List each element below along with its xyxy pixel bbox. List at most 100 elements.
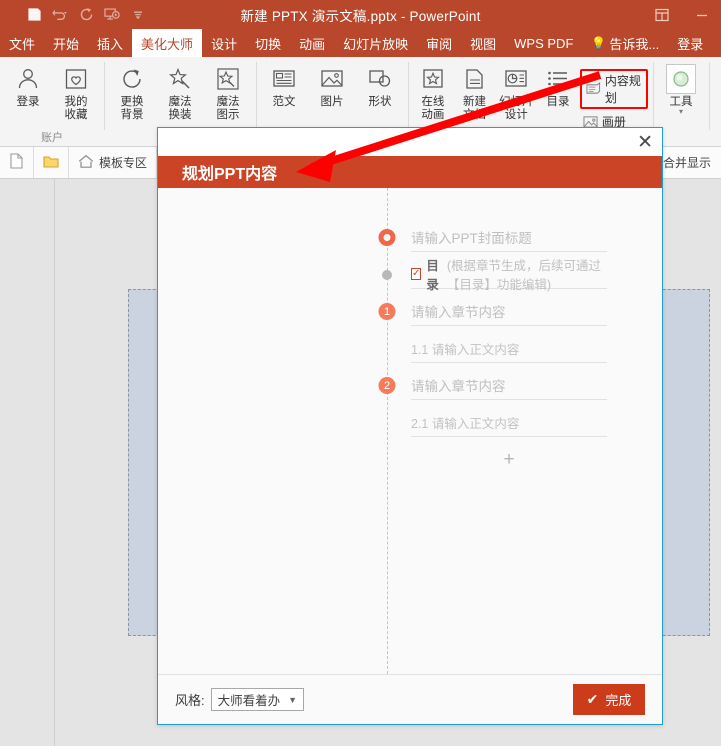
cover-title-input[interactable]: 请输入PPT封面标题	[411, 223, 607, 252]
chapter-1-input[interactable]: 请输入章节内容	[411, 297, 607, 326]
refresh-icon	[119, 64, 145, 94]
dialog-footer: 风格: 大师看着办 ▼ ✔ 完成	[158, 674, 662, 724]
marker-cover	[378, 229, 396, 246]
chevron-down-icon[interactable]: ▾	[679, 108, 683, 116]
undo-icon[interactable]	[48, 4, 72, 26]
dialog-header: 规划PPT内容	[158, 156, 662, 188]
new-file-button[interactable]	[0, 147, 34, 178]
dialog-top-bar: ✕	[158, 128, 662, 156]
sample-text-button[interactable]: 范文	[261, 60, 307, 109]
toc-label: 目录	[546, 96, 570, 108]
style-select[interactable]: 大师看着办 ▼	[210, 688, 305, 711]
check-icon: ✔	[586, 691, 599, 707]
tab-sign-in[interactable]: 登录	[668, 29, 712, 57]
magic-dress-button[interactable]: 魔法 换装	[157, 60, 203, 122]
start-slideshow-icon[interactable]	[100, 4, 124, 26]
powerpoint-window: 新建 PPTX 演示文稿.pptx - PowerPoint 文件 开始 插入 …	[0, 0, 721, 746]
tab-design[interactable]: 设计	[202, 29, 246, 57]
tool-circle-icon	[666, 64, 697, 94]
content-tools-list: 内容规划 画册	[579, 60, 649, 131]
tab-slideshow[interactable]: 幻灯片放映	[334, 29, 417, 57]
toc-row[interactable]: ✓ 目录 (根据章节生成，后续可通过【目录】功能编辑)	[411, 259, 607, 292]
document-text-icon	[271, 64, 297, 94]
person-icon	[15, 64, 41, 94]
title-bar: 新建 PPTX 演示文稿.pptx - PowerPoint	[0, 0, 721, 29]
marker-chapter-1-number: 1	[378, 303, 396, 320]
toc-checkbox[interactable]: ✓	[411, 268, 422, 280]
minimize-icon[interactable]	[687, 3, 717, 27]
picture-label: 图片	[320, 96, 344, 108]
tab-view[interactable]: 视图	[461, 29, 505, 57]
outline-row-chapter-2: 2 请输入章节内容	[158, 367, 662, 404]
picture-button[interactable]: 图片	[309, 60, 355, 109]
toc-button[interactable]: 目录	[538, 60, 578, 109]
tab-tell-me[interactable]: 💡 告诉我...	[582, 29, 668, 57]
change-background-button[interactable]: 更换 背景	[109, 60, 155, 122]
new-document-button[interactable]: 新建 文档	[455, 60, 495, 122]
tab-insert[interactable]: 插入	[88, 29, 132, 57]
content-plan-label: 内容规划	[604, 74, 641, 105]
slide-design-icon	[503, 64, 529, 94]
marker-toc	[382, 269, 392, 280]
style-select-value: 大师看着办	[217, 694, 281, 708]
body-1-1-input[interactable]: 1.1 请输入正文内容	[411, 334, 607, 363]
tab-wps-pdf[interactable]: WPS PDF	[505, 29, 582, 57]
magic-diagram-button[interactable]: 魔法 图示	[205, 60, 251, 122]
body-2-1-placeholder: 2.1 请输入正文内容	[411, 416, 520, 431]
sign-in-label: 登录	[16, 96, 40, 108]
magic-diagram-label: 魔法 图示	[216, 96, 240, 121]
tab-review[interactable]: 审阅	[417, 29, 461, 57]
outline-row-toc: ✓ 目录 (根据章节生成，后续可通过【目录】功能编辑)	[158, 256, 662, 293]
slide-design-button[interactable]: 幻灯片 设计	[496, 60, 536, 122]
tab-transitions[interactable]: 切换	[246, 29, 290, 57]
done-button-label: 完成	[605, 693, 632, 708]
slide-thumbnail-pane[interactable]	[0, 179, 55, 746]
quick-access-toolbar	[0, 4, 150, 26]
resource-plaza-button[interactable]: 资源 广场	[714, 60, 721, 122]
chevron-down-icon: ▼	[288, 694, 298, 705]
marker-chapter-2: 2	[378, 377, 396, 394]
template-zone-button[interactable]: 模板专区	[69, 147, 158, 178]
body-1-1-placeholder: 1.1 请输入正文内容	[411, 342, 520, 357]
close-icon[interactable]: ✕	[637, 133, 653, 152]
lightbulb-icon: 💡	[591, 36, 607, 50]
tab-beautify-master[interactable]: 美化大师	[132, 29, 203, 57]
outline-row-body-1-1: 1.1 请输入正文内容	[158, 330, 662, 367]
save-icon[interactable]	[22, 4, 46, 26]
ribbon-display-options-icon[interactable]	[647, 3, 677, 27]
redo-icon[interactable]	[74, 4, 98, 26]
shape-button[interactable]: 形状	[357, 60, 403, 109]
tab-animations[interactable]: 动画	[290, 29, 334, 57]
picture-icon	[319, 64, 345, 94]
ribbon-tab-bar: 文件 开始 插入 美化大师 设计 切换 动画 幻灯片放映 审阅 视图 WPS P…	[0, 29, 721, 57]
toc-note: (根据章节生成，后续可通过【目录】功能编辑)	[446, 259, 602, 292]
online-animation-button[interactable]: 在线 动画	[413, 60, 453, 122]
toc-label: 目录	[426, 259, 439, 292]
tools-button[interactable]: 工具 ▾	[658, 60, 704, 116]
chapter-1-placeholder: 请输入章节内容	[411, 305, 506, 320]
tab-file[interactable]: 文件	[0, 29, 44, 57]
dialog-body: 请输入PPT封面标题 ✓ 目录 (根据章节生成，后续可通过【目录】功能编辑) 1…	[158, 188, 662, 674]
slide-placeholder-right[interactable]	[658, 289, 710, 636]
content-plan-icon	[586, 82, 601, 96]
magic-dress-label: 魔法 换装	[168, 96, 192, 121]
chapter-2-input[interactable]: 请输入章节内容	[411, 371, 607, 400]
body-2-1-input[interactable]: 2.1 请输入正文内容	[411, 408, 607, 437]
sign-in-button[interactable]: 登录	[5, 60, 51, 109]
outline-row-add: +	[158, 441, 662, 478]
open-folder-button[interactable]	[34, 147, 69, 178]
my-favorites-label: 我的 收藏	[64, 96, 88, 121]
customize-qat-icon[interactable]	[126, 4, 150, 26]
chapter-2-placeholder: 请输入章节内容	[411, 379, 506, 394]
dialog-title: 规划PPT内容	[182, 166, 278, 183]
tab-home[interactable]: 开始	[44, 29, 88, 57]
merge-display-label: 合并显示	[662, 156, 711, 170]
tab-tell-me-label: 告诉我...	[609, 36, 660, 52]
add-row-button[interactable]: +	[411, 445, 607, 475]
done-button[interactable]: ✔ 完成	[573, 684, 645, 715]
slide-design-label: 幻灯片 设计	[499, 96, 534, 121]
shape-label: 形状	[368, 96, 392, 108]
my-favorites-button[interactable]: 我的 收藏	[53, 60, 99, 122]
online-animation-icon	[420, 64, 446, 94]
content-plan-button[interactable]: 内容规划	[579, 69, 649, 109]
